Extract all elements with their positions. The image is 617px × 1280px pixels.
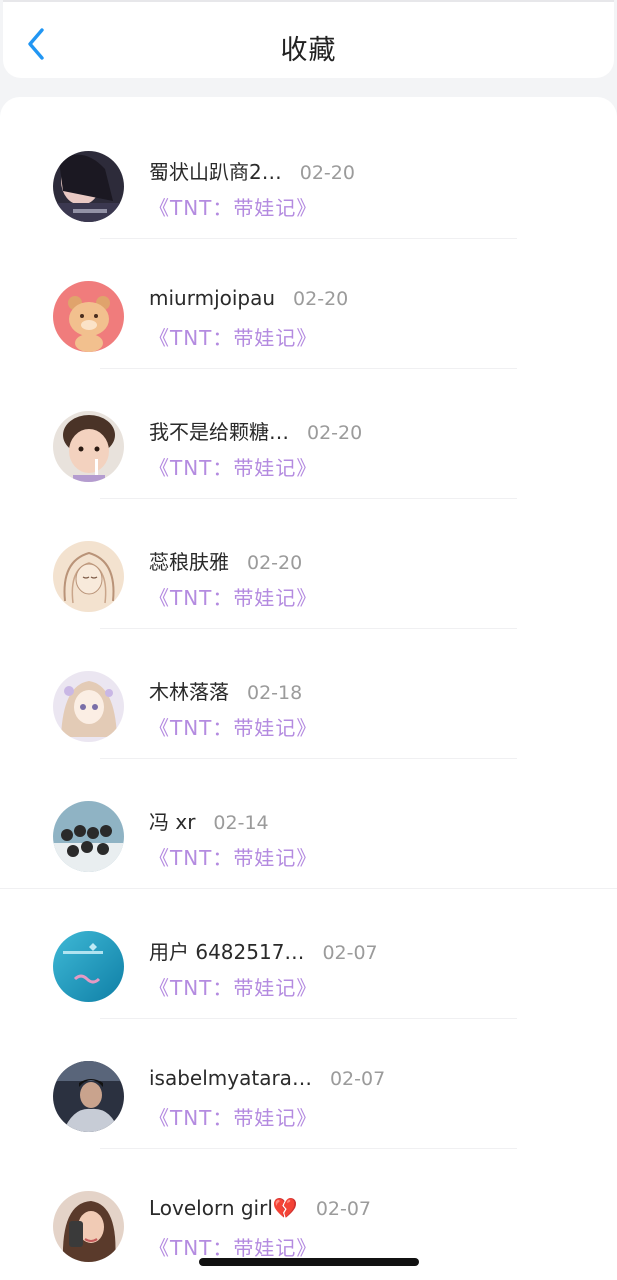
list-item[interactable]: miurmjoipau 02-20 《TNT：带娃记》 <box>0 239 617 369</box>
top-nav-bar: 收藏 <box>3 0 614 78</box>
user-line: 冯 xr 02-14 <box>149 806 269 835</box>
username[interactable]: 我不是给颗糖… <box>149 416 289 445</box>
work-title-link[interactable]: 《TNT：带娃记》 <box>149 842 317 871</box>
work-title-link[interactable]: 《TNT：带娃记》 <box>149 972 317 1001</box>
username[interactable]: 蜀状山趴商2… <box>149 156 282 185</box>
avatar[interactable] <box>53 541 124 612</box>
avatar[interactable] <box>53 671 124 742</box>
avatar[interactable] <box>53 151 124 222</box>
date: 02-20 <box>293 288 349 310</box>
work-title-link[interactable]: 《TNT：带娃记》 <box>149 1102 317 1131</box>
list-item[interactable]: 冯 xr 02-14 《TNT：带娃记》 <box>0 759 617 889</box>
favorites-list-card: 蜀状山趴商2… 02-20 《TNT：带娃记》 miurmjoipau 02-2… <box>0 97 617 1280</box>
username[interactable]: miurmjoipau <box>149 286 275 310</box>
avatar[interactable] <box>53 1061 124 1132</box>
user-line: 木林落落 02-18 <box>149 676 302 705</box>
work-title-link[interactable]: 《TNT：带娃记》 <box>149 452 317 481</box>
avatar[interactable] <box>53 1191 124 1262</box>
favorites-list: 蜀状山趴商2… 02-20 《TNT：带娃记》 miurmjoipau 02-2… <box>0 109 617 1279</box>
date: 02-20 <box>299 162 355 184</box>
user-line: Lovelorn girl💔 02-07 <box>149 1196 371 1220</box>
user-line: 用户 6482517… 02-07 <box>149 936 378 965</box>
date: 02-14 <box>213 812 269 834</box>
date: 02-07 <box>329 1068 386 1090</box>
list-item[interactable]: 我不是给颗糖… 02-20 《TNT：带娃记》 <box>0 369 617 499</box>
work-title-link[interactable]: 《TNT：带娃记》 <box>149 1232 317 1261</box>
list-item[interactable]: 蕊稂肤雅 02-20 《TNT：带娃记》 <box>0 499 617 629</box>
work-title-link[interactable]: 《TNT：带娃记》 <box>149 322 317 351</box>
home-indicator[interactable] <box>199 1258 419 1266</box>
avatar[interactable] <box>53 411 124 482</box>
avatar[interactable] <box>53 801 124 872</box>
username[interactable]: 蕊稂肤雅 <box>149 546 229 575</box>
username[interactable]: 冯 xr <box>149 806 195 835</box>
list-item[interactable]: 用户 6482517… 02-07 《TNT：带娃记》 <box>0 889 617 1019</box>
user-line: 蕊稂肤雅 02-20 <box>149 546 302 575</box>
username[interactable]: isabelmyatara… <box>149 1066 312 1090</box>
page-title: 收藏 <box>280 35 337 66</box>
date: 02-18 <box>247 682 303 704</box>
date: 02-20 <box>247 552 303 574</box>
date: 02-07 <box>322 942 378 964</box>
list-item[interactable]: isabelmyatara… 02-07 《TNT：带娃记》 <box>0 1019 617 1149</box>
date: 02-20 <box>307 422 363 444</box>
work-title-link[interactable]: 《TNT：带娃记》 <box>149 192 317 221</box>
list-item[interactable]: 木林落落 02-18 《TNT：带娃记》 <box>0 629 617 759</box>
work-title-link[interactable]: 《TNT：带娃记》 <box>149 582 317 611</box>
user-line: isabelmyatara… 02-07 <box>149 1066 385 1090</box>
user-line: 我不是给颗糖… 02-20 <box>149 416 362 445</box>
date: 02-07 <box>315 1198 372 1220</box>
work-title-link[interactable]: 《TNT：带娃记》 <box>149 712 317 741</box>
favorites-screen: 收藏 蜀状山趴商2… 02-20 《TNT：带娃记》 miurmjoipau 0… <box>0 0 617 1280</box>
avatar[interactable] <box>53 281 124 352</box>
user-line: miurmjoipau 02-20 <box>149 286 348 310</box>
username[interactable]: 木林落落 <box>149 676 229 705</box>
list-item[interactable]: 蜀状山趴商2… 02-20 《TNT：带娃记》 <box>0 109 617 239</box>
user-line: 蜀状山趴商2… 02-20 <box>149 156 355 185</box>
avatar[interactable] <box>53 931 124 1002</box>
username[interactable]: 用户 6482517… <box>149 936 304 965</box>
username[interactable]: Lovelorn girl💔 <box>149 1196 298 1220</box>
